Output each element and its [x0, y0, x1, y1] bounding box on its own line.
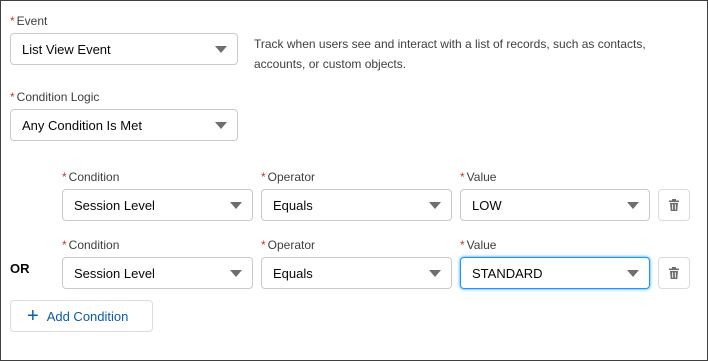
value-select[interactable]: STANDARD [460, 257, 650, 289]
value-select[interactable]: LOW [460, 189, 650, 221]
trash-icon [669, 267, 679, 279]
chevron-down-icon [429, 202, 441, 209]
value-label: * Value [460, 170, 497, 184]
operator-select[interactable]: Equals [261, 257, 452, 289]
operator-label: * Operator [261, 170, 316, 184]
event-label: * Event [10, 14, 48, 28]
chevron-down-icon [230, 202, 242, 209]
condition-field-select[interactable]: Session Level [62, 189, 253, 221]
delete-condition-button[interactable] [658, 189, 690, 221]
operator-label: * Operator [261, 238, 316, 252]
add-condition-label: Add Condition [46, 308, 129, 324]
chevron-down-icon [230, 270, 242, 277]
condition-label: * Condition [62, 238, 120, 252]
condition-field-select[interactable]: Session Level [62, 257, 253, 289]
condition-logic-select-value: Any Condition Is Met [22, 117, 142, 133]
condition-logic-select[interactable]: Any Condition Is Met [10, 109, 238, 141]
event-condition-panel: * Event List View Event Track when users … [0, 0, 708, 361]
or-connector: OR [10, 261, 30, 276]
event-select-value: List View Event [22, 41, 111, 57]
trash-icon [669, 199, 679, 211]
plus-icon: + [27, 305, 39, 327]
chevron-down-icon [215, 46, 227, 53]
condition-logic-label: * Condition Logic [10, 90, 100, 104]
delete-condition-button[interactable] [658, 257, 690, 289]
operator-select[interactable]: Equals [261, 189, 452, 221]
chevron-down-icon [627, 202, 639, 209]
required-mark: * [10, 14, 15, 28]
chevron-down-icon [215, 122, 227, 129]
chevron-down-icon [429, 270, 441, 277]
condition-label: * Condition [62, 170, 120, 184]
chevron-down-icon [627, 270, 639, 277]
required-mark: * [10, 90, 15, 104]
event-help-text: Track when users see and interact with a… [254, 37, 646, 71]
event-select[interactable]: List View Event [10, 33, 238, 65]
value-label: * Value [460, 238, 497, 252]
add-condition-button[interactable]: + Add Condition [10, 300, 153, 332]
